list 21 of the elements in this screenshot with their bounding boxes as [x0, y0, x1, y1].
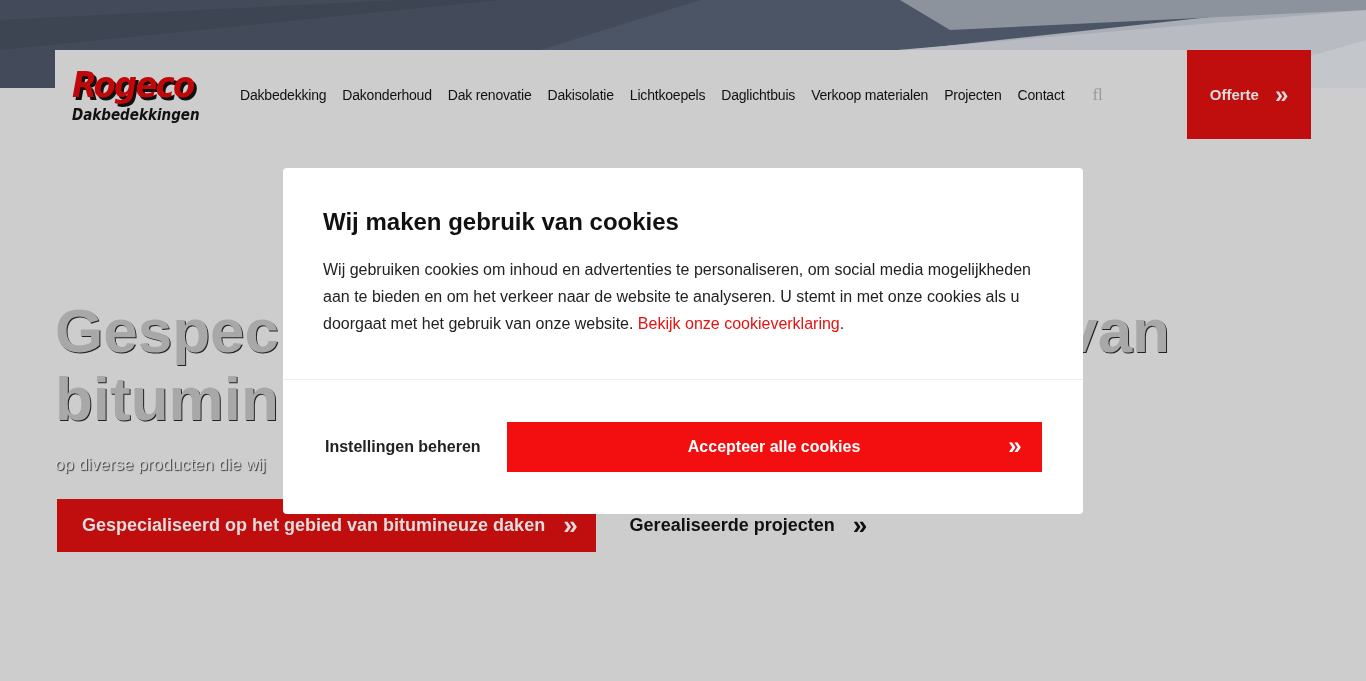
cookie-policy-link[interactable]: Bekijk onze cookieverklaring: [637, 315, 840, 332]
nav-link[interactable]: Dakisolatie: [547, 86, 614, 103]
hero-heading-fragment: bitumin: [55, 365, 279, 433]
dialog-text: Wij gebruiken cookies om inhoud en advertenties te personaliseren, om social media mogelijkheden aan te bieden en om het verkeer naar de website te analyseren. U stemt in met onze cookies als u doorgaat met het gebruik van onze website. Bekijk onze cookieverklaring.: [323, 260, 1032, 334]
logo-tagline: Dakbedekkingen: [72, 105, 200, 124]
nav-link[interactable]: Dak renovatie: [447, 86, 532, 103]
nav-link[interactable]: Lichtkoepels: [629, 86, 706, 103]
nav-link[interactable]: Dakonderhoud: [342, 86, 432, 103]
projects-link[interactable]: Gerealiseerde projecten »: [629, 510, 868, 541]
nav-link[interactable]: Daglichtbuis: [721, 86, 796, 103]
manage-settings-button[interactable]: Instellingen beheren: [325, 438, 481, 456]
nav-link[interactable]: Verkoop materialen: [811, 86, 929, 103]
nav-link[interactable]: Dakbedekking: [240, 86, 327, 103]
quote-button[interactable]: Offerte »: [1187, 50, 1311, 139]
nav-link[interactable]: Projecten: [944, 86, 1002, 103]
dialog-title: Wij maken gebruik van cookies: [323, 208, 680, 236]
hero-subtitle: op diverse producten die wij: [55, 455, 267, 475]
nav-link[interactable]: Contact: [1017, 86, 1065, 103]
logo-name[interactable]: Rogeco: [72, 65, 194, 104]
accept-all-button[interactable]: Accepteer alle cookies »: [506, 422, 1042, 472]
hero-heading-fragment: Gespec: [55, 297, 280, 365]
